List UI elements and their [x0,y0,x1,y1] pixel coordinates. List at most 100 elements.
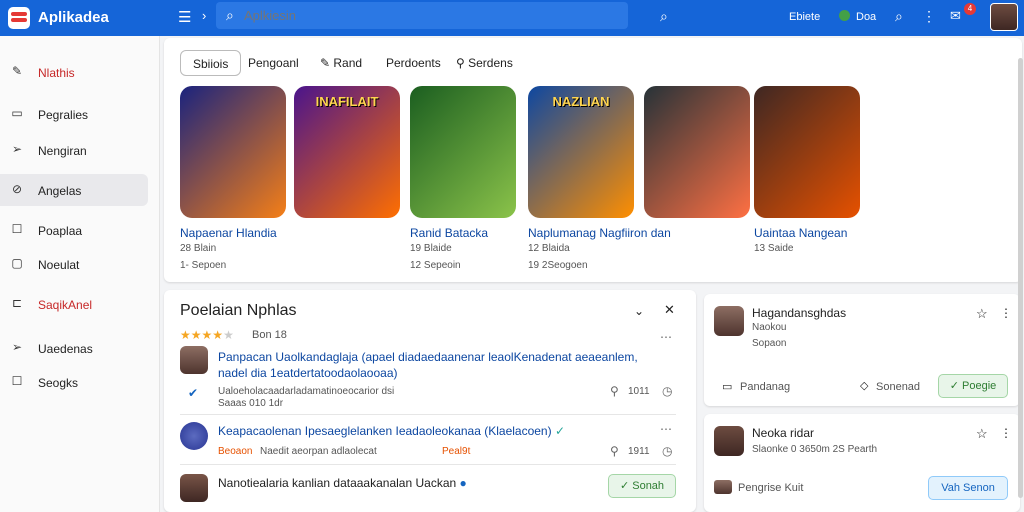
notification-badge: 4 [964,3,976,15]
follow-button[interactable]: ✓ Poegie [938,374,1008,398]
count: 1011 [628,386,650,397]
more-icon[interactable]: ⋮ [1000,426,1012,440]
user-text[interactable]: Doa [856,11,876,23]
star-icon[interactable]: ☆ [976,426,988,442]
avatar[interactable] [714,306,744,336]
sidebar-item[interactable]: ▭ Pegralies [0,98,148,130]
profile-card: Neoka ridar Slaonke 0 3650m 2S Pearth ☆ … [704,414,1020,512]
game-art-text: INAFILAIT [315,94,379,109]
clock-icon[interactable]: ◷ [662,384,672,398]
filter-chip[interactable]: ⚲ Serdens [456,50,513,76]
star-icon[interactable]: ☆ [976,306,988,322]
post-meta: Ualoeholacaadarladamatinoeocarior dsi [218,386,395,397]
sidebar-item[interactable]: ➢ Uaedenas [0,332,148,364]
game-thumbnail[interactable] [754,86,860,218]
highlight-tag: Peal9t [442,446,471,457]
edit-icon: ✎ [11,64,23,78]
follow-button[interactable]: ✓ Sonah [608,474,676,498]
scrollbar[interactable] [1018,58,1023,498]
search-icon[interactable]: ⌕ [660,8,668,25]
app-logo[interactable] [8,7,30,29]
star-icon: ★ [180,328,191,342]
count: 1911 [628,446,650,457]
more-icon[interactable]: ⋯ [660,330,672,344]
post-panel: Poelaian Nphlas ⌄ ✕ ★★★★★ Bon 18 ⋯ Panpa… [164,290,696,512]
filter-label: Serdens [468,56,513,70]
sidebar-item-label: Nengiran [38,144,87,158]
filter-chip[interactable]: Sbiiois [180,50,242,76]
menu-icon[interactable]: ☰ [178,8,191,26]
game-title[interactable]: Uaintaa Nangean [754,226,847,240]
status-text: Ebiete [789,11,821,23]
post-text-label: Keapacaolenan Ipesaeglelanken Ieadaoleok… [218,424,552,438]
avatar[interactable] [180,422,208,450]
search-bar[interactable]: ⌕ [216,2,628,29]
top-bar: Aplikadea ☰ › ⌕ ⌕ Ebiete Doa ⌕ ⋮ ✉ 4 [0,0,1024,36]
sidebar-item-label: Pegralies [38,108,89,122]
profile-line: Sopaon [752,338,787,349]
link-icon: ⊘ [11,182,23,196]
sidebar-item[interactable]: ▢ Noeulat [0,248,148,280]
game-thumbnail[interactable]: NAZLIAN [528,86,634,218]
pin-icon[interactable]: ⚲ [610,384,619,398]
thumbnail [714,480,732,494]
star-icon: ★ [190,328,202,342]
view-button[interactable]: Vah Senon [928,476,1008,500]
profile-name[interactable]: Hagandansghdas [752,306,846,320]
close-icon[interactable]: ✕ [664,302,675,318]
sidebar-item[interactable]: ⊏ SaqikAnel [0,288,148,320]
square-icon: ☐ [11,374,23,388]
more-icon[interactable]: ⋯ [660,422,672,436]
game-thumbnail[interactable]: INAFILAIT [294,86,400,218]
more-icon[interactable]: ⋮ [1000,306,1012,320]
search-icon[interactable]: ⌕ [895,8,903,25]
profile-name[interactable]: Neoka ridar [752,426,814,440]
more-icon[interactable]: ⋮ [922,8,936,25]
profile-line: Slaonke 0 3650m 2S Pearth [752,444,878,455]
filter-label: Sbiiois [193,57,229,71]
game-thumbnail[interactable] [180,86,286,218]
sidebar-item[interactable]: ✎ Nlathis [0,56,148,88]
game-meta: 12 Blaida [528,243,570,254]
action-label[interactable]: Pandanag [740,381,790,393]
filter-chip[interactable]: Pengoanl [248,50,299,76]
notification-icon[interactable]: ✉ [950,8,961,24]
game-thumbnail[interactable] [410,86,516,218]
sidebar-item[interactable]: ⊘ Angelas [0,174,148,206]
game-title[interactable]: Naplumanag Nagfiiron dan [528,226,671,240]
profile-line: Naokou [752,322,787,333]
button-label: Sonah [632,480,665,492]
avatar[interactable] [180,474,208,502]
sidebar-item-label: SaqikAnel [38,298,93,312]
filter-chip[interactable]: Perdoents [386,50,441,76]
filter-chip[interactable]: ✎ Rand [320,50,362,76]
sidebar-item-label: Angelas [38,184,82,198]
diamond-icon: ◇ [860,380,869,392]
rating-text: Bon 18 [252,329,287,341]
sidebar-item[interactable]: ☐ Seogks [0,366,148,398]
game-meta: 19 2Seogoen [528,260,588,271]
clock-icon[interactable]: ◷ [662,444,672,458]
app-name: Aplikadea [38,9,109,26]
avatar[interactable] [180,346,208,374]
search-input[interactable] [244,6,614,25]
sidebar-item[interactable]: ➢ Nengiran [0,134,148,166]
game-meta: 13 Saide [754,243,794,254]
post-text[interactable]: Nanotiealaria kanlian dataaakanalan Uack… [218,476,467,490]
post-text[interactable]: nadel dia 1eatdertatoodaolaooaa) [218,366,397,380]
chevron-right-icon[interactable]: › [202,8,206,23]
game-thumbnail[interactable] [644,86,750,218]
post-text[interactable]: Panpacan Uaolkandaglaja (apael diadaedaa… [218,350,638,364]
pin-icon[interactable]: ⚲ [610,444,619,458]
game-title[interactable]: Napaenar Hlandia [180,226,277,240]
action-label[interactable]: Sonenad [876,381,920,393]
collapse-icon[interactable]: ⌄ [634,304,644,318]
avatar[interactable] [714,426,744,456]
sidebar-item[interactable]: ☐ Poaplaa [0,214,148,246]
rating-stars: ★★★★★ [180,328,234,342]
edit-icon: ✎ [320,56,334,70]
game-title[interactable]: Ranid Batacka [410,226,488,240]
post-text[interactable]: Keapacaolenan Ipesaeglelanken Ieadaoleok… [218,424,565,438]
user-avatar[interactable] [990,3,1018,31]
action-label[interactable]: Pengrise Kuit [738,482,803,494]
